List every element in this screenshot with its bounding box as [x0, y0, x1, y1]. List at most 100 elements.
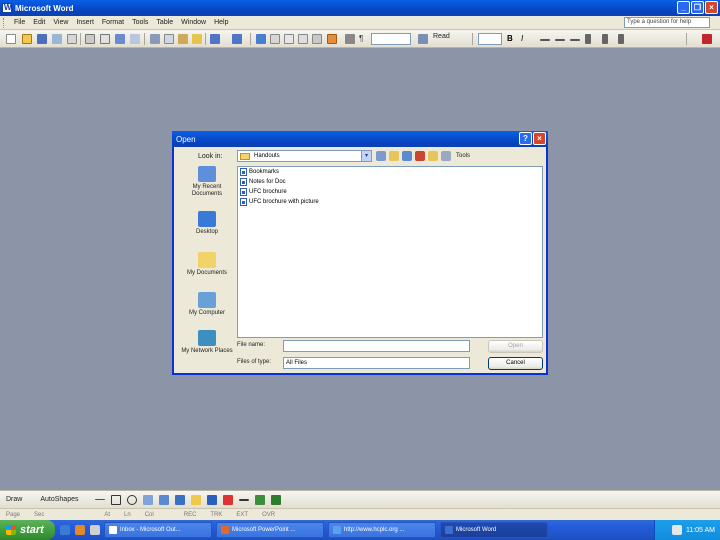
quicklaunch-desktop-icon[interactable] [90, 525, 100, 535]
menu-help[interactable]: Help [210, 19, 232, 26]
tools-menu[interactable]: Tools [456, 153, 470, 159]
list-item[interactable]: Notes for Doc [238, 177, 542, 187]
excel-worksheet-icon[interactable] [298, 34, 308, 44]
chevron-down-icon[interactable]: ▾ [361, 151, 371, 161]
place-my-documents[interactable]: My Documents [181, 252, 233, 277]
menu-window[interactable]: Window [177, 19, 210, 26]
place-my-network-places[interactable]: My Network Places [181, 330, 233, 355]
dialog-help-button[interactable]: ? [519, 132, 532, 145]
paste-icon[interactable] [178, 34, 188, 44]
bullets-icon[interactable] [618, 34, 624, 44]
read-button[interactable]: Read [433, 33, 450, 40]
line-icon[interactable] [94, 499, 105, 500]
rectangle-icon[interactable] [110, 494, 121, 505]
taskbar-item-word[interactable]: Microsoft Word [440, 522, 548, 538]
zoom-select[interactable] [371, 33, 411, 45]
taskbar-item-outlook[interactable]: Inbox - Microsoft Out... [104, 522, 212, 538]
dialog-toolbar: Tools [376, 150, 470, 162]
italic-icon[interactable]: I [521, 34, 531, 44]
drawing-icon[interactable] [327, 34, 337, 44]
place-desktop[interactable]: Desktop [181, 211, 233, 236]
taskbar-item-powerpoint[interactable]: Microsoft PowerPoint ... [216, 522, 324, 538]
menu-format[interactable]: Format [98, 19, 128, 26]
document-map-icon[interactable] [345, 34, 355, 44]
textbox-icon[interactable] [142, 494, 153, 505]
delete-icon[interactable] [415, 151, 425, 161]
print-icon[interactable] [85, 34, 95, 44]
hyperlink-icon[interactable] [256, 34, 266, 44]
print-preview-icon[interactable] [100, 34, 110, 44]
bold-icon[interactable]: B [507, 34, 517, 44]
line-style-icon[interactable] [238, 498, 249, 501]
align-left-icon[interactable] [540, 39, 550, 41]
menu-table[interactable]: Table [152, 19, 177, 26]
start-button[interactable]: start [0, 520, 55, 540]
autoshapes-menu[interactable]: AutoShapes [40, 496, 78, 503]
look-in-select[interactable]: Handouts ▾ [237, 150, 372, 162]
spelling-icon[interactable] [115, 34, 125, 44]
insert-table-icon[interactable] [284, 34, 294, 44]
cut-icon[interactable] [150, 34, 160, 44]
files-of-type-select[interactable]: All Files [283, 357, 470, 369]
permission-icon[interactable] [52, 34, 62, 44]
views-icon[interactable] [441, 151, 451, 161]
help-search-input[interactable]: Type a question for help [624, 17, 710, 28]
format-painter-icon[interactable] [192, 34, 202, 44]
save-icon[interactable] [37, 34, 47, 44]
list-item[interactable]: Bookmarks [238, 167, 542, 177]
back-icon[interactable] [376, 151, 386, 161]
3d-icon[interactable] [270, 494, 281, 505]
menu-file[interactable]: File [10, 19, 29, 26]
columns-icon[interactable] [312, 34, 322, 44]
research-icon[interactable] [130, 34, 140, 44]
place-my-computer[interactable]: My Computer [181, 292, 233, 317]
email-icon[interactable] [67, 34, 77, 44]
place-my-recent-documents[interactable]: My Recent Documents [181, 166, 233, 198]
shadow-icon[interactable] [254, 494, 265, 505]
network-icon[interactable] [671, 525, 682, 535]
diagram-icon[interactable] [174, 494, 185, 505]
list-item[interactable]: UFC brochure with picture [238, 197, 542, 207]
quicklaunch-ie-icon[interactable] [60, 525, 70, 535]
help-icon[interactable] [418, 34, 428, 44]
line-spacing-icon[interactable] [585, 34, 591, 44]
align-center-icon[interactable] [555, 39, 565, 41]
menu-insert[interactable]: Insert [72, 19, 98, 26]
numbering-icon[interactable] [602, 34, 608, 44]
restore-button[interactable]: ❐ [691, 1, 704, 14]
menu-edit[interactable]: Edit [29, 19, 49, 26]
open-folder-icon[interactable] [22, 34, 32, 44]
file-name-label: File name: [237, 342, 266, 348]
draw-menu[interactable]: Draw [6, 496, 22, 503]
wordart-icon[interactable] [158, 494, 169, 505]
minimize-button[interactable]: _ [677, 1, 690, 14]
new-folder-icon[interactable] [428, 151, 438, 161]
up-folder-icon[interactable] [389, 151, 399, 161]
quicklaunch-outlook-icon[interactable] [75, 525, 85, 535]
file-list[interactable]: Bookmarks Notes for Doc UFC brochure UFC… [237, 166, 543, 338]
align-right-icon[interactable] [570, 39, 580, 41]
font-size-select[interactable] [478, 33, 502, 45]
menu-view[interactable]: View [49, 19, 72, 26]
undo-icon[interactable] [210, 34, 220, 44]
new-document-icon[interactable] [6, 34, 16, 44]
open-button[interactable]: Open [488, 340, 543, 353]
show-hide-icon[interactable]: ¶ [359, 34, 369, 44]
dialog-close-button[interactable]: × [533, 132, 546, 145]
fill-color-icon[interactable] [190, 494, 201, 505]
font-color-icon[interactable] [702, 34, 712, 44]
redo-icon[interactable] [232, 34, 242, 44]
menu-tools[interactable]: Tools [128, 19, 152, 26]
tables-borders-icon[interactable] [270, 34, 280, 44]
line-color-icon[interactable] [206, 494, 217, 505]
menu-grip[interactable] [3, 17, 6, 28]
list-item[interactable]: UFC brochure [238, 187, 542, 197]
copy-icon[interactable] [164, 34, 174, 44]
close-button[interactable]: × [705, 1, 718, 14]
search-web-icon[interactable] [402, 151, 412, 161]
file-name-input[interactable] [283, 340, 470, 352]
oval-icon[interactable] [126, 494, 137, 505]
taskbar-item-browser[interactable]: http://www.hcplc.org ... [328, 522, 436, 538]
cancel-button[interactable]: Cancel [488, 357, 543, 370]
font-color-icon[interactable] [222, 494, 233, 505]
